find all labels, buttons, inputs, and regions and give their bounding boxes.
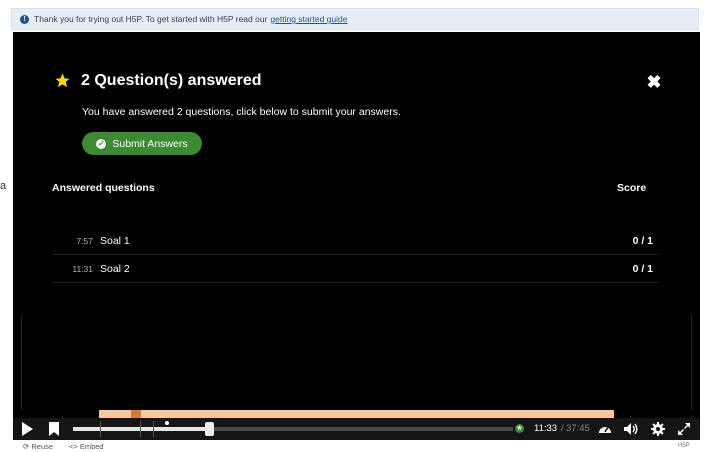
- seek-bar[interactable]: [73, 421, 513, 437]
- fullscreen-icon[interactable]: [676, 421, 692, 437]
- time-separator: /: [561, 423, 564, 434]
- score-header: Score: [617, 182, 647, 194]
- interactive-video-player: 2 Question(s) answered ✖ You have answer…: [13, 32, 700, 440]
- current-time: 11:33: [534, 423, 558, 434]
- question-time: 11:31: [72, 263, 93, 274]
- question-score: 0 / 1: [632, 262, 653, 275]
- settings-icon[interactable]: [650, 421, 666, 437]
- getting-started-link[interactable]: getting started guide: [270, 14, 347, 24]
- h5p-logo[interactable]: H5P: [678, 443, 690, 449]
- total-time: 37:45: [566, 423, 590, 434]
- seek-tick: [153, 421, 154, 437]
- answered-question-row[interactable]: 11:31 Soal 2 0 / 1: [52, 255, 659, 283]
- seek-handle[interactable]: [205, 422, 215, 436]
- h5p-footer: ⟳ Reuse <> Embed H5P: [13, 442, 700, 452]
- question-name: Soal 2: [100, 262, 130, 275]
- seek-tick: [140, 421, 141, 437]
- bookmark-icon[interactable]: [49, 422, 59, 436]
- info-icon: !: [20, 14, 29, 24]
- reuse-button[interactable]: ⟳ Reuse: [23, 442, 53, 451]
- summary-message: You have answered 2 questions, click bel…: [82, 106, 401, 118]
- embed-label: Embed: [79, 442, 104, 451]
- interaction-marker[interactable]: [131, 410, 141, 418]
- summary-title: 2 Question(s) answered: [81, 72, 262, 89]
- check-circle-icon: ✓: [96, 138, 107, 149]
- question-score: 0 / 1: [632, 234, 653, 247]
- answered-question-row[interactable]: 7:57 Soal 1 0 / 1: [52, 227, 659, 255]
- volume-icon[interactable]: [623, 421, 639, 437]
- reuse-label: Reuse: [31, 442, 54, 451]
- seek-tick: [100, 421, 101, 437]
- submit-answers-button[interactable]: ✓ Submit Answers: [82, 132, 202, 155]
- question-time: 7:57: [76, 235, 93, 246]
- question-name: Soal 1: [100, 234, 130, 247]
- speed-icon[interactable]: [597, 421, 613, 437]
- submit-answers-label: Submit Answers: [112, 137, 188, 150]
- interaction-track: [99, 410, 614, 418]
- info-notice: ! Thank you for trying out H5P. To get s…: [11, 8, 699, 30]
- embed-button[interactable]: <> Embed: [69, 442, 104, 451]
- bookmark-dot[interactable]: [165, 421, 170, 425]
- summary-pointer: [516, 405, 526, 410]
- star-icon: [55, 73, 70, 88]
- notice-text: Thank you for trying out H5P. To get sta…: [34, 14, 268, 24]
- summary-marker-icon[interactable]: ★: [515, 424, 524, 433]
- close-icon[interactable]: ✖: [644, 72, 664, 92]
- answered-questions-header: Answered questions: [52, 182, 155, 194]
- control-bar: ★ 11:33 / 37:45: [13, 418, 700, 440]
- overlay-frame: [21, 315, 692, 410]
- seek-progress: [73, 427, 210, 431]
- stray-character: a: [0, 180, 7, 192]
- submit-summary-screen: 2 Question(s) answered ✖ You have answer…: [13, 32, 700, 410]
- play-icon[interactable]: [22, 422, 33, 436]
